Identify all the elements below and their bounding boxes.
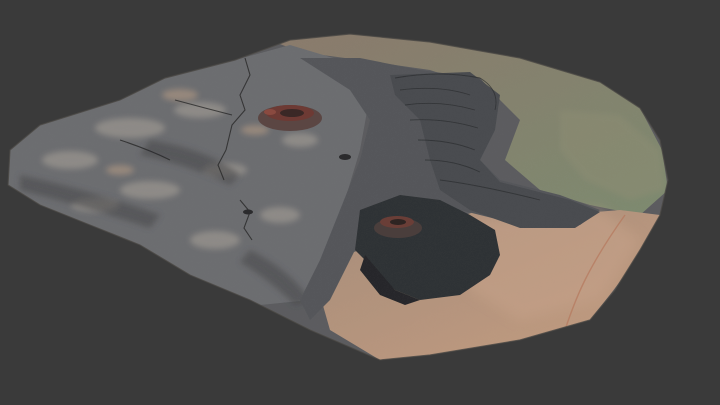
terrain-model[interactable] [0, 0, 720, 405]
3d-viewport[interactable] [0, 0, 720, 405]
terrain-surface [8, 34, 668, 360]
basalt-plateau [8, 45, 370, 305]
crater-cone-upper [258, 105, 322, 131]
small-vent [339, 154, 351, 160]
